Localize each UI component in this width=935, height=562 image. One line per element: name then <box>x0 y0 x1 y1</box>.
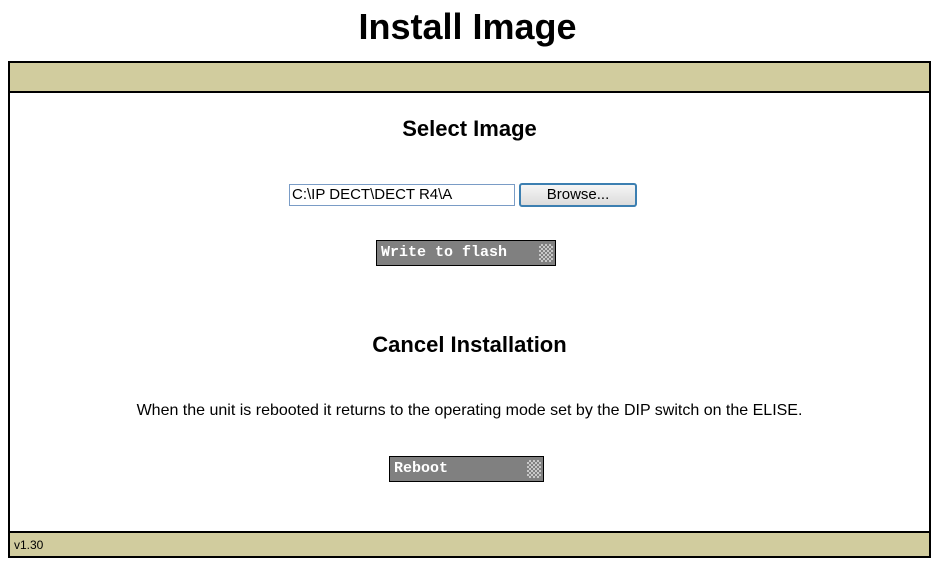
write-to-flash-button[interactable]: Write to flash <box>376 240 556 266</box>
write-to-flash-label: Write to flash <box>381 244 508 261</box>
page-title: Install Image <box>358 6 577 47</box>
file-path-input[interactable]: C:\IP DECT\DECT R4\A <box>289 184 515 206</box>
version-label: v1.30 <box>14 538 44 552</box>
button-grip-icon <box>527 460 541 478</box>
footer-bar: v1.30 <box>10 531 929 556</box>
reboot-button[interactable]: Reboot <box>389 456 544 482</box>
reboot-description: When the unit is rebooted it returns to … <box>136 402 803 419</box>
select-image-heading: Select Image <box>402 116 537 141</box>
file-picker: C:\IP DECT\DECT R4\A Browse... <box>289 182 637 208</box>
cancel-installation-heading: Cancel Installation <box>372 332 567 357</box>
reboot-label: Reboot <box>394 460 449 477</box>
content-frame: Select Image C:\IP DECT\DECT R4\A Browse… <box>8 61 931 558</box>
header-bar <box>10 63 929 93</box>
button-grip-icon <box>539 244 553 262</box>
browse-button[interactable]: Browse... <box>519 183 637 207</box>
